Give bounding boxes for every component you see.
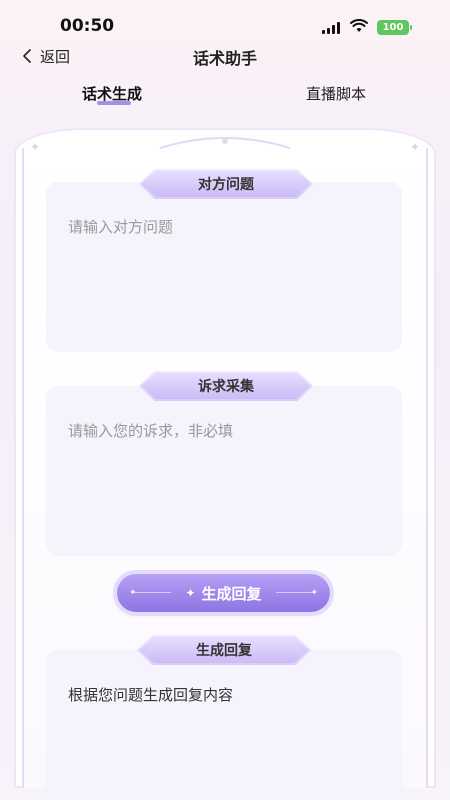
reply-label-text: 生成回复 — [196, 643, 252, 659]
appeal-input-box[interactable]: 请输入您的诉求，非必填 — [46, 386, 402, 556]
button-sparkle-right: ✦ — [310, 588, 318, 598]
tab-live-script[interactable]: 直播脚本 — [306, 83, 366, 104]
appeal-input[interactable]: 请输入您的诉求，非必填 — [68, 420, 233, 441]
question-input[interactable]: 请输入对方问题 — [68, 216, 173, 237]
button-line-left — [131, 592, 171, 593]
question-label: 对方问题 — [139, 169, 313, 199]
star-decoration-left: ✦ — [30, 140, 41, 154]
reply-label: 生成回复 — [137, 635, 311, 665]
reply-output-text: 根据您问题生成回复内容 — [68, 686, 234, 704]
arch-ornament — [159, 137, 291, 149]
reply-output-box: 根据您问题生成回复内容 — [46, 650, 402, 800]
tab-active-indicator — [97, 101, 131, 105]
appeal-label-text: 诉求采集 — [198, 379, 254, 395]
signal-icon — [322, 22, 342, 34]
button-sparkle-left: ✦ — [129, 588, 137, 598]
generate-reply-label: 生成回复 — [201, 584, 262, 603]
status-bar: 00:50 100 — [0, 0, 450, 44]
star-decoration-right: ✦ — [410, 140, 421, 154]
generate-reply-button[interactable]: ✦ ✦ 生成回复 ✦ — [117, 574, 330, 612]
appeal-label: 诉求采集 — [139, 371, 313, 401]
battery-icon: 100 — [377, 20, 412, 35]
status-time: 00:50 — [60, 16, 115, 36]
question-label-text: 对方问题 — [198, 177, 254, 193]
page-title: 话术助手 — [192, 49, 257, 68]
sparkle-icon: ✦ — [185, 586, 196, 600]
question-input-box[interactable]: 请输入对方问题 — [46, 182, 402, 352]
wifi-icon — [350, 19, 368, 32]
